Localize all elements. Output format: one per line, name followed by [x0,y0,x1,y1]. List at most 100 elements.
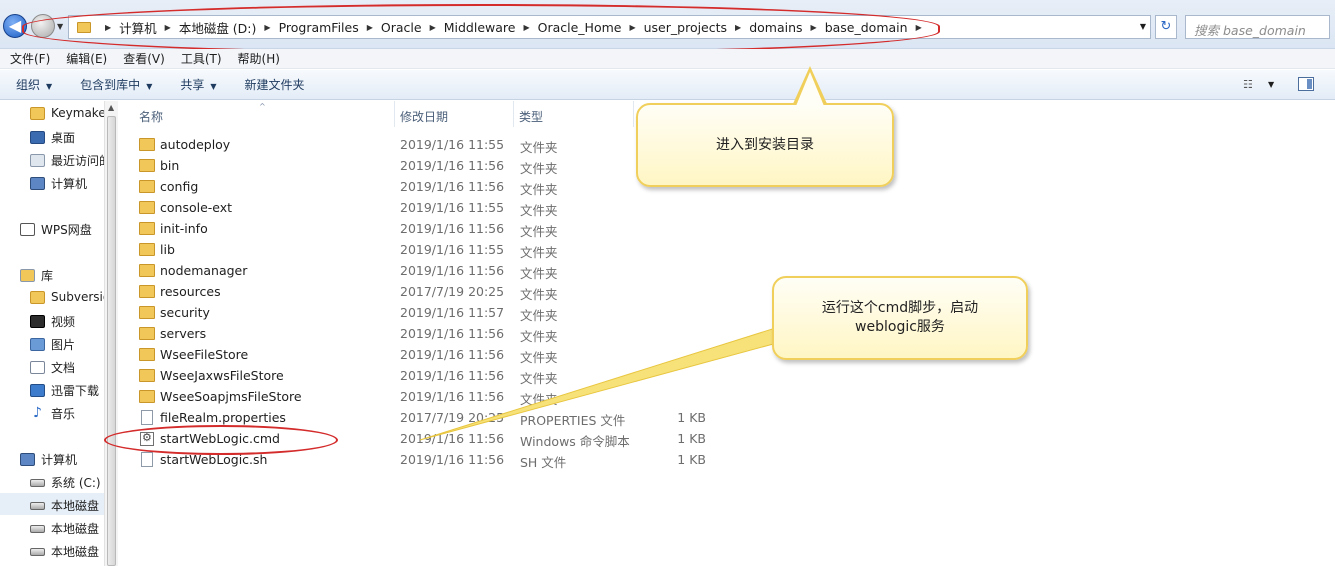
breadcrumb-item[interactable]: ▶ ProgramFiles [256,20,358,35]
chevron-down-icon: ▼ [46,82,53,91]
file-row[interactable]: security 2019/1/16 11:57 文件夹 [139,303,739,324]
file-type: 文件夹 [520,371,558,386]
breadcrumb-separator-icon[interactable]: ▶ [165,23,171,32]
view-options-icon[interactable]: ☷ [1243,78,1253,91]
nav-item[interactable]: 系统 (C:) [30,474,101,491]
folder-icon [139,138,155,151]
file-type: 文件夹 [520,266,558,281]
file-row[interactable]: startWebLogic.cmd 2019/1/16 11:56 Windows … [139,429,739,450]
file-name: servers [160,326,207,341]
breadcrumb-separator-icon[interactable]: ▶ [523,23,529,32]
breadcrumb-item[interactable]: ▶ Oracle_Home [515,20,621,35]
menu-edit[interactable]: 编辑(E) [66,50,107,67]
file-row[interactable]: WseeJaxwsFileStore 2019/1/16 11:56 文件夹 [139,366,739,387]
breadcrumb-separator-icon[interactable]: ▶ [629,23,635,32]
desktop-icon [30,131,45,144]
folder-icon [139,306,155,319]
nav-item-label: 本地磁盘 [51,522,100,536]
breadcrumb[interactable]: ▶ 计算机 ▶ 本地磁盘 (D:) ▶ ProgramFiles ▶ Oracle ▶ Middl… [68,15,1151,39]
breadcrumb-label: Middleware [443,19,516,35]
column-divider[interactable] [513,101,514,127]
scroll-thumb[interactable] [107,116,116,566]
breadcrumb-item[interactable]: ▶ 计算机 [97,18,157,37]
nav-item-label: 库 [41,269,54,283]
scroll-up-icon[interactable]: ▲ [108,103,114,112]
breadcrumb-label: 计算机 [119,20,157,36]
nav-item[interactable]: WPS网盘 [20,221,92,238]
nav-item[interactable]: 文档 [30,359,75,376]
file-name: init-info [160,221,208,236]
nav-item[interactable]: Keymake [30,106,106,120]
menu-tools[interactable]: 工具(T) [181,50,222,67]
address-dropdown-icon[interactable]: ▼ [1140,22,1146,31]
folder-icon [30,290,45,304]
column-divider[interactable] [394,101,395,127]
file-row[interactable]: fileRealm.properties 2017/7/19 20:25 PROPE… [139,408,739,429]
column-header-date[interactable]: 修改日期 [400,108,448,125]
breadcrumb-item[interactable]: ▶ Middleware [422,20,516,35]
nav-item[interactable]: 视频 [30,313,75,330]
nav-item-label: 计算机 [51,177,88,191]
nav-item[interactable]: ♪ 音乐 [30,405,75,422]
nav-item[interactable]: 迅雷下载 [30,382,99,399]
view-dropdown-icon[interactable]: ▼ [1268,80,1274,89]
file-type: 文件夹 [520,161,558,176]
breadcrumb-separator-icon[interactable]: ▶ [735,23,741,32]
nav-item[interactable]: 本地磁盘 [30,543,99,560]
share-button[interactable]: 共享 ▼ [180,76,216,93]
file-type: SH 文件 [520,455,567,470]
document-icon [30,361,45,374]
nav-item[interactable]: 本地磁盘 [30,520,99,537]
column-divider[interactable] [633,101,634,127]
forward-button[interactable] [31,14,55,38]
file-row[interactable]: nodemanager 2019/1/16 11:56 文件夹 [139,261,739,282]
column-header-type[interactable]: 类型 [519,108,543,125]
breadcrumb-item[interactable]: ▶ 本地磁盘 (D:) [157,18,257,37]
breadcrumb-items: ▶ 计算机 ▶ 本地磁盘 (D:) ▶ ProgramFiles ▶ Oracle ▶ Middl… [97,18,930,37]
breadcrumb-item[interactable]: ▶ base_domain [803,20,908,35]
breadcrumb-separator-icon[interactable]: ▶ [264,23,270,32]
file-row[interactable]: WseeFileStore 2019/1/16 11:56 文件夹 [139,345,739,366]
recent-pages-dropdown-icon[interactable]: ▼ [57,22,63,31]
breadcrumb-item[interactable]: ▶ domains [727,20,802,35]
nav-item[interactable]: 本地磁盘 [30,497,99,514]
nav-item[interactable]: 图片 [30,336,75,353]
menu-help[interactable]: 帮助(H) [238,50,280,67]
computer-icon [20,453,35,466]
preview-pane-icon[interactable] [1298,77,1314,91]
menu-view[interactable]: 查看(V) [123,50,165,67]
file-row[interactable]: console-ext 2019/1/16 11:55 文件夹 [139,198,739,219]
file-row[interactable]: WseeSoapjmsFileStore 2019/1/16 11:56 文件夹 [139,387,739,408]
refresh-button[interactable]: ↻ [1155,15,1177,39]
breadcrumb-separator-icon[interactable]: ▶ [916,23,922,32]
new-folder-button[interactable]: 新建文件夹 [245,76,305,93]
breadcrumb-separator-icon[interactable]: ▶ [811,23,817,32]
nav-item[interactable]: 计算机 [30,175,87,192]
column-header-name[interactable]: 名称 [139,108,163,125]
breadcrumb-separator-icon[interactable]: ▶ [105,23,111,32]
menu-file[interactable]: 文件(F) [10,50,50,67]
file-name: startWebLogic.sh [160,452,268,467]
file-row[interactable]: servers 2019/1/16 11:56 文件夹 [139,324,739,345]
file-row[interactable]: lib 2019/1/16 11:55 文件夹 [139,240,739,261]
file-size: 1 KB [677,410,706,425]
include-in-library-button[interactable]: 包含到库中 ▼ [80,76,152,93]
breadcrumb-item[interactable]: ▶ user_projects [621,20,727,35]
breadcrumb-separator-icon[interactable]: ▶ [367,23,373,32]
nav-item[interactable]: 最近访问的 [30,152,111,169]
file-row[interactable]: resources 2017/7/19 20:25 文件夹 [139,282,739,303]
file-type: 文件夹 [520,203,558,218]
search-input[interactable]: 搜索 base_domain [1185,15,1330,39]
breadcrumb-separator-icon[interactable]: ▶ [430,23,436,32]
nav-scrollbar[interactable]: ▲ [104,101,118,566]
organize-button[interactable]: 组织 ▼ [16,76,52,93]
nav-item[interactable]: 桌面 [30,129,75,146]
folder-icon [139,285,155,298]
breadcrumb-item[interactable]: ▶ Oracle [359,20,422,35]
nav-item[interactable]: 计算机 [20,451,77,468]
callout-text: 进入到安装目录 [716,136,814,153]
file-row[interactable]: startWebLogic.sh 2019/1/16 11:56 SH 文件 1 KB [139,450,739,471]
back-button[interactable]: ◀ [3,14,27,38]
nav-item[interactable]: 库 [20,267,53,284]
file-row[interactable]: init-info 2019/1/16 11:56 文件夹 [139,219,739,240]
